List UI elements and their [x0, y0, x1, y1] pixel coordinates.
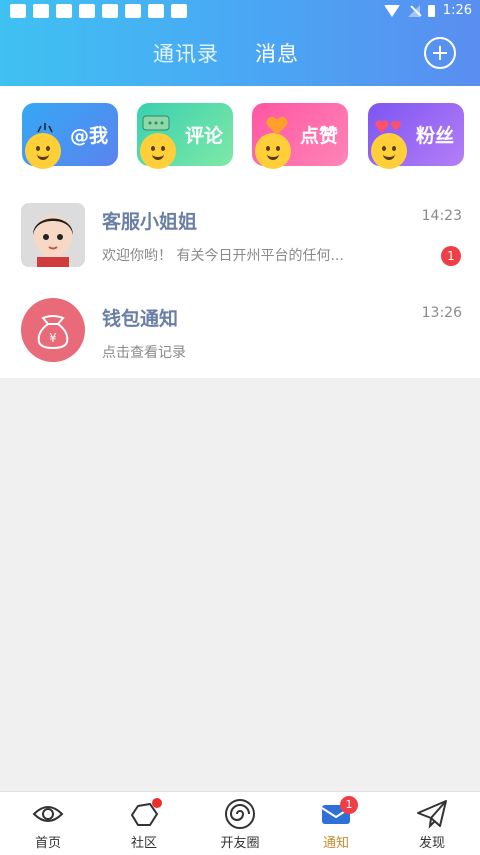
avatar: ¥ [21, 298, 85, 362]
notification-icon [102, 4, 118, 18]
message-preview: 点击查看记录 [102, 345, 186, 361]
nav-community[interactable]: 社区 [96, 792, 192, 855]
smiley-at-icon [25, 133, 61, 169]
spiral-icon [225, 799, 255, 829]
message-title: 钱包通知 [102, 308, 179, 330]
notification-icon [33, 4, 49, 18]
notification-icon [125, 4, 141, 18]
eye-icon [32, 806, 64, 822]
list-item[interactable]: ¥ 钱包通知 点击查看记录 13:26 [0, 281, 480, 378]
card-mentions[interactable]: @我 [22, 103, 118, 169]
nav-label: 发现 [418, 836, 445, 851]
notification-icon [79, 4, 95, 18]
status-time: 1:26 [442, 3, 472, 18]
wallet-icon: ¥ [37, 315, 69, 350]
category-cards: @我 评论 点赞 粉丝 [0, 86, 480, 184]
girl-avatar-icon [21, 203, 85, 267]
smiley-fans-icon [371, 133, 407, 169]
nav-label: 首页 [34, 836, 61, 851]
card-comments[interactable]: 评论 [137, 103, 233, 169]
nav-discover[interactable]: 发现 [384, 792, 480, 855]
header: 1:26 通讯录 消息 [0, 0, 480, 86]
card-likes[interactable]: 点赞 [252, 103, 348, 169]
card-label: 评论 [184, 125, 223, 147]
avatar [21, 203, 85, 267]
hearts-icon [375, 120, 402, 133]
notification-icon [56, 4, 72, 18]
notification-icon [148, 4, 164, 18]
notification-badge: 1 [340, 796, 358, 814]
battery-icon [427, 4, 435, 17]
speech-bubble-icon [142, 115, 170, 131]
status-right: 1:26 [383, 3, 472, 18]
tab-messages[interactable]: 消息 [255, 38, 299, 68]
message-title: 客服小姐姐 [102, 211, 198, 233]
status-bar: 1:26 [0, 0, 480, 24]
nav-label: 社区 [130, 836, 157, 851]
unread-badge: 1 [441, 246, 461, 266]
notification-icon [171, 4, 187, 18]
card-label: 粉丝 [415, 125, 454, 147]
message-time: 14:23 [421, 208, 462, 224]
nav-label: 开友圈 [220, 836, 260, 851]
notification-dot [152, 798, 162, 808]
smiley-like-icon [255, 133, 291, 169]
message-preview: 欢迎你哟！ 有关今日开州平台的任何... [102, 248, 344, 264]
signal-icon [407, 4, 420, 17]
smiley-comment-icon [140, 133, 176, 169]
plus-circle-icon[interactable] [424, 37, 456, 69]
wifi-icon [383, 4, 400, 17]
nav-notifications[interactable]: 1 通知 [288, 792, 384, 855]
svg-text:¥: ¥ [49, 331, 57, 345]
heart-icon [266, 116, 288, 135]
card-label: @我 [69, 125, 108, 147]
paper-plane-icon [417, 800, 447, 829]
sparkle-icon [37, 123, 53, 133]
card-fans[interactable]: 粉丝 [368, 103, 464, 169]
header-tabs: 通讯录 消息 [0, 38, 480, 70]
tab-contacts[interactable]: 通讯录 [153, 38, 219, 68]
nav-label: 通知 [322, 836, 349, 851]
notification-icons [10, 4, 187, 18]
bottom-nav: 首页 社区 开友圈 1 通知 发现 [0, 791, 480, 855]
message-time: 13:26 [421, 305, 462, 321]
message-list: 客服小姐姐 欢迎你哟！ 有关今日开州平台的任何... 14:23 1 ¥ 钱包通… [0, 184, 480, 378]
notification-icon [10, 4, 26, 18]
list-item[interactable]: 客服小姐姐 欢迎你哟！ 有关今日开州平台的任何... 14:23 1 [0, 184, 480, 281]
nav-friends-circle[interactable]: 开友圈 [192, 792, 288, 855]
card-label: 点赞 [299, 125, 338, 147]
nav-home[interactable]: 首页 [0, 792, 96, 855]
